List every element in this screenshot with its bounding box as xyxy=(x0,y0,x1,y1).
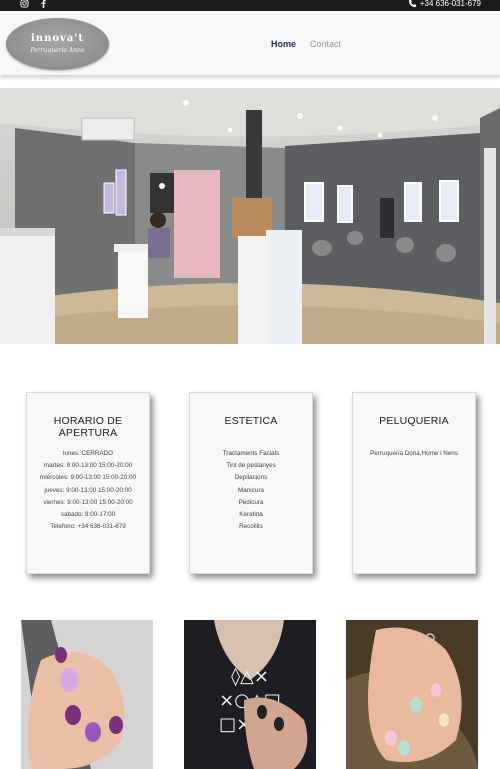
list-item: Tint de pestanyes xyxy=(226,462,276,470)
gallery-photo-nails-pastel xyxy=(346,620,478,769)
phone-contact[interactable]: +34 636-031-679 xyxy=(408,0,481,8)
list-item: martes: 9:00-13:00 15:00-20:00 xyxy=(43,462,133,470)
card-title: HORARIO DE APERTURA xyxy=(53,415,123,439)
card-title: PELUQUERIA xyxy=(379,415,449,427)
phone-icon xyxy=(408,0,416,8)
list-item: Telefono: +34 636-031-679 xyxy=(50,523,126,531)
list-item: lunes: CERRADO xyxy=(62,450,114,457)
card-title: ESTETICA xyxy=(224,415,278,427)
list-item: viernes: 9:00-13:00 15:00-20:00 xyxy=(43,498,133,506)
list-item: Tractaments Facials xyxy=(222,450,280,457)
site-logo[interactable]: innova't Perruqueria Anna xyxy=(6,18,109,70)
gallery-photo-nails-dark: ◊△× ×○△□ □×○△ xyxy=(184,620,316,769)
logo-subtext: Perruqueria Anna xyxy=(30,47,85,54)
top-bar: +34 636-031-679 xyxy=(0,0,500,11)
nav-home[interactable]: Home xyxy=(271,39,296,49)
estetica-services-list: Tractaments Facials Tint de pestanyes De… xyxy=(190,448,312,533)
peluqueria-card: PELUQUERIA Perruqueria Dona,Home i Nens xyxy=(352,392,476,574)
opening-hours-list: lunes: CERRADO martes: 9:00-13:00 15:00-… xyxy=(27,448,149,533)
instagram-icon[interactable] xyxy=(20,0,29,8)
logo-text: innova't xyxy=(31,33,84,44)
hero-salon-panorama xyxy=(0,88,500,344)
list-item: Recollits xyxy=(239,523,263,531)
phone-number: +34 636-031-679 xyxy=(419,0,481,8)
svg-text:◊△×: ◊△× xyxy=(231,666,269,687)
list-item: Depilacions xyxy=(234,474,268,482)
facebook-icon[interactable] xyxy=(39,0,48,8)
list-item: Pedicura xyxy=(238,498,264,506)
gallery-photo-nails-purple xyxy=(21,620,153,769)
list-item: Manicura xyxy=(238,486,264,494)
list-item: jueves: 9:00-13:00 15:00-20:00 xyxy=(44,486,132,494)
opening-hours-card: HORARIO DE APERTURA lunes: CERRADO marte… xyxy=(26,392,150,574)
site-header: innova't Perruqueria Anna Home Contact xyxy=(0,11,500,75)
estetica-card: ESTETICA Tractaments Facials Tint de pes… xyxy=(189,392,313,574)
list-item: sabado: 9:00-17:00 xyxy=(60,511,116,519)
list-item: Keratina xyxy=(239,511,263,519)
list-item: Perruqueria Dona,Home i Nens xyxy=(370,450,458,457)
peluqueria-services-list: Perruqueria Dona,Home i Nens xyxy=(353,448,475,460)
list-item: miércoles: 9:00-13:00 15:00-20:00 xyxy=(40,474,136,482)
nav-contact[interactable]: Contact xyxy=(310,39,341,49)
